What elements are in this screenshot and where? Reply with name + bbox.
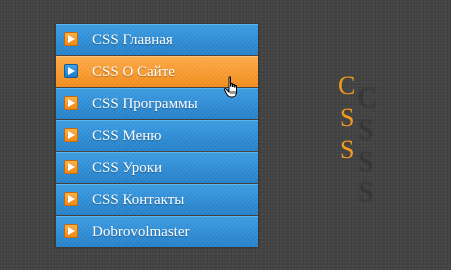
menu-item-home[interactable]: CSS Главная bbox=[56, 24, 258, 55]
play-arrow-icon bbox=[64, 128, 78, 142]
menu-item-label: CSS Контакты bbox=[92, 192, 185, 208]
side-letter-shadow: S bbox=[358, 115, 374, 146]
menu-item-contacts[interactable]: CSS Контакты bbox=[56, 184, 258, 215]
menu-item-menu[interactable]: CSS Меню bbox=[56, 120, 258, 151]
hand-pointer-icon bbox=[223, 76, 237, 98]
menu-item-label: CSS Программы bbox=[92, 96, 198, 112]
menu-item-label: CSS Уроки bbox=[92, 160, 163, 176]
play-arrow-icon bbox=[64, 224, 78, 238]
side-letter-shadow: S bbox=[358, 147, 374, 178]
main-menu: CSS Главная CSS О Сайте CSS Программы CS… bbox=[56, 24, 258, 247]
menu-item-dobrovolmaster[interactable]: Dobrovolmaster bbox=[56, 216, 258, 247]
play-arrow-icon bbox=[64, 64, 78, 78]
side-letter-shadow: C bbox=[358, 83, 377, 114]
play-arrow-icon bbox=[64, 96, 78, 110]
menu-item-label: CSS О Сайте bbox=[92, 64, 175, 80]
menu-item-lessons[interactable]: CSS Уроки bbox=[56, 152, 258, 183]
menu-item-label: CSS Меню bbox=[92, 128, 162, 144]
menu-item-label: CSS Главная bbox=[92, 32, 173, 48]
vertical-css-text: C S S S C S S bbox=[338, 70, 378, 210]
menu-item-label: Dobrovolmaster bbox=[92, 224, 190, 240]
play-arrow-icon bbox=[64, 160, 78, 174]
side-letter-shadow: S bbox=[358, 177, 374, 208]
play-arrow-icon bbox=[64, 192, 78, 206]
side-letter: S bbox=[340, 103, 355, 132]
play-arrow-icon bbox=[64, 32, 78, 46]
side-letter: S bbox=[340, 135, 355, 164]
side-letter: C bbox=[338, 71, 356, 100]
